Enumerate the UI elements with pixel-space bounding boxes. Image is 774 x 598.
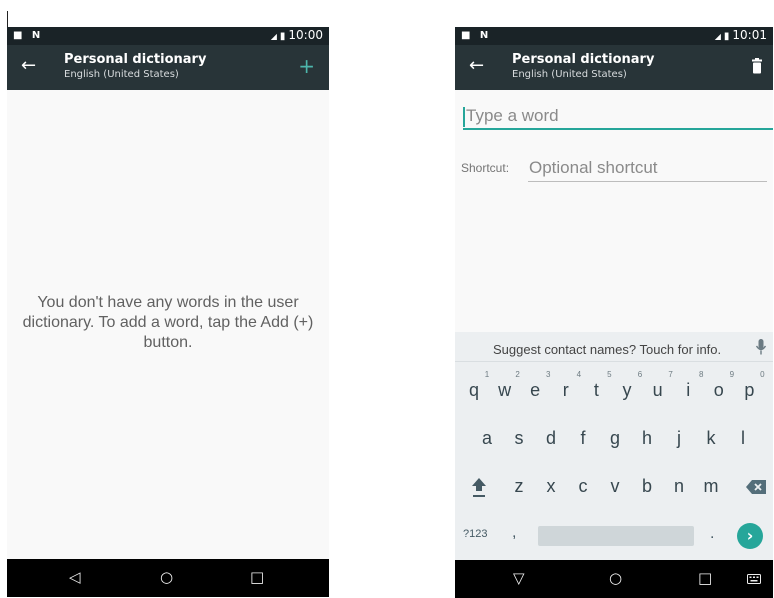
notification-icons: ■ N [461,30,492,41]
key-r[interactable]: r [552,380,580,401]
phone-screen-add-word: ■ N ◢ ▮ 10:01 ← Personal dictionary Englis… [455,27,773,598]
key-hint-1: 1 [484,370,490,379]
nav-back-icon[interactable]: ◁ [69,568,81,586]
key-a[interactable]: a [473,428,501,449]
battery-icon: ▮ [723,31,730,42]
key-hint-6: 6 [637,370,643,379]
title-block: Personal dictionary English (United Stat… [64,52,206,81]
add-icon[interactable]: + [298,54,315,78]
status-time: 10:01 [732,28,767,42]
status-right: ◢ ▮ 10:01 [715,28,767,42]
notification-icons: ■ N [13,30,44,41]
key-p[interactable]: p [735,380,763,401]
symbols-key[interactable]: ?123 [463,528,487,540]
nav-home-icon[interactable]: ○ [160,568,173,586]
suggestion-strip[interactable]: Suggest contact names? Touch for info. [455,332,773,362]
signal-icon: ◢ [714,32,721,41]
nav-recents-icon[interactable]: □ [698,569,712,587]
key-s[interactable]: s [505,428,533,449]
period-key[interactable]: . [710,525,714,543]
key-t[interactable]: t [582,380,610,401]
page-title: Personal dictionary [64,52,207,67]
word-input[interactable]: Type a word [463,104,773,130]
key-hint-4: 4 [576,370,582,379]
key-v[interactable]: v [601,476,629,497]
navigation-bar: ◁ ○ □ [7,559,329,597]
key-j[interactable]: j [665,428,693,449]
key-b[interactable]: b [633,476,661,497]
soft-keyboard: Suggest contact names? Touch for info. q… [455,332,773,560]
keyboard-switch-icon[interactable] [747,574,761,584]
shortcut-input-placeholder: Optional shortcut [529,158,658,177]
title-block: Personal dictionary English (United Stat… [512,52,654,81]
page-title: Personal dictionary [512,52,655,67]
key-h[interactable]: h [633,428,661,449]
nav-recents-icon[interactable]: □ [250,568,264,586]
key-hint-9: 9 [729,370,735,379]
app-bar: ← Personal dictionary English (United St… [7,45,329,90]
key-hint-8: 8 [698,370,704,379]
key-i[interactable]: i [674,380,702,401]
app-bar: ← Personal dictionary English (United St… [455,45,773,90]
key-z[interactable]: z [505,476,533,497]
mic-icon[interactable] [755,338,767,356]
comma-key[interactable]: , [512,524,516,542]
key-k[interactable]: k [697,428,725,449]
key-l[interactable]: l [729,428,757,449]
word-input-placeholder: Type a word [466,106,559,125]
nav-back-icon[interactable]: ▽ [513,569,525,587]
key-f[interactable]: f [569,428,597,449]
key-e[interactable]: e [521,380,549,401]
key-o[interactable]: o [705,380,733,401]
key-hint-3: 3 [545,370,551,379]
suggestion-text: Suggest contact names? Touch for info. [493,342,722,357]
page-subtitle: English (United States) [64,69,179,80]
key-n[interactable]: n [665,476,693,497]
key-q[interactable]: q [460,380,488,401]
nav-home-icon[interactable]: ○ [609,569,622,587]
battery-icon: ▮ [279,31,286,42]
back-arrow-icon[interactable]: ← [469,55,484,76]
status-time: 10:00 [288,28,323,42]
navigation-bar: ▽ ○ □ [455,560,773,598]
shift-icon[interactable] [471,476,487,500]
key-g[interactable]: g [601,428,629,449]
back-arrow-icon[interactable]: ← [21,55,36,76]
status-bar: ■ N ◢ ▮ 10:01 [455,27,773,45]
key-y[interactable]: y [613,380,641,401]
backspace-icon[interactable] [745,479,767,495]
enter-key[interactable]: › [737,523,763,549]
status-right: ◢ ▮ 10:00 [271,28,323,42]
key-u[interactable]: u [644,380,672,401]
trash-icon[interactable] [751,58,763,74]
shortcut-input[interactable]: Optional shortcut [528,156,767,182]
key-d[interactable]: d [537,428,565,449]
key-c[interactable]: c [569,476,597,497]
input-caret [463,107,465,127]
key-hint-7: 7 [668,370,673,379]
phone-screen-empty-dictionary: ■ N ◢ ▮ 10:00 ← Personal dictionary Englis… [7,27,329,597]
status-bar: ■ N ◢ ▮ 10:00 [7,27,329,45]
empty-dictionary-message: You don't have any words in the user dic… [22,294,314,351]
key-x[interactable]: x [537,476,565,497]
key-m[interactable]: m [697,476,725,497]
page-subtitle: English (United States) [512,69,627,80]
text-cursor [7,11,8,28]
spacebar-key[interactable] [538,526,694,546]
shortcut-label: Shortcut: [461,161,510,175]
key-hint-2: 2 [515,370,520,379]
key-hint-5: 5 [607,370,612,379]
key-w[interactable]: w [491,380,519,401]
signal-icon: ◢ [270,32,277,41]
key-hint-0: 0 [760,370,765,379]
